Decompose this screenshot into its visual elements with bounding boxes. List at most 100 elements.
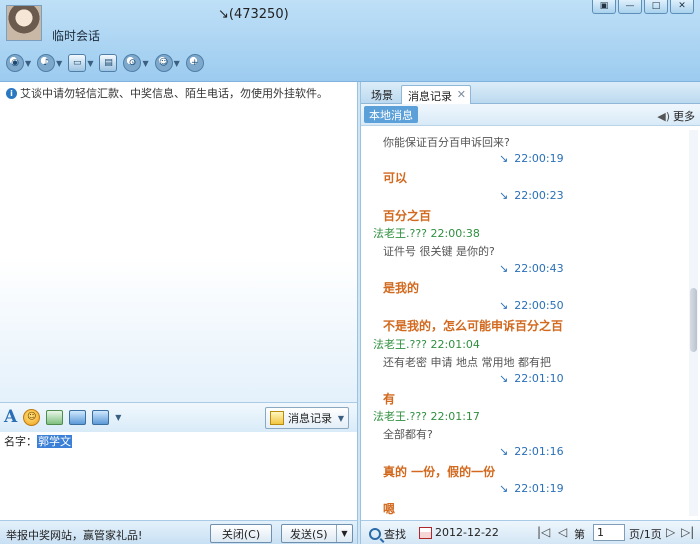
arrow-icon: ↘ (499, 482, 509, 495)
emoji-icon[interactable]: ☺ (23, 408, 41, 426)
tab-local-messages[interactable]: 本地消息 (364, 106, 418, 123)
prev-page-icon[interactable]: ◁ (558, 525, 567, 539)
list-item: 你能保证百分百申诉回来? (383, 136, 510, 149)
chat-display[interactable]: i 艾谈中请勿轻信汇款、中奖信息、陌生电话，勿使用外挂软件。 (0, 82, 358, 402)
tab-scene[interactable]: 场景 (365, 85, 399, 104)
video-icon: ◉ (6, 54, 24, 72)
close-window-button[interactable]: ✕ (670, 0, 694, 14)
list-item: ↘ 22:00:50 (499, 299, 564, 312)
minimize-button[interactable]: — (618, 0, 642, 14)
chevron-down-icon: ▼ (337, 413, 344, 423)
first-page-icon[interactable]: |◁ (537, 525, 550, 539)
list-item: ↘ 22:00:19 (499, 152, 564, 165)
info-icon: i (6, 87, 17, 99)
list-item: ↘ 22:01:19 (499, 482, 564, 495)
contact-name: 临时会话 (52, 29, 101, 43)
send-label: 发送(S) (290, 527, 328, 541)
screen-capture-icon[interactable] (92, 409, 110, 425)
message-time: 22:01:16 (514, 445, 564, 458)
selected-text: 郭学文 (37, 435, 72, 448)
app-button[interactable]: ▤ (99, 52, 118, 74)
calendar-icon (419, 526, 432, 539)
send-button[interactable]: 发送(S) ▼ (281, 524, 353, 543)
list-item: 全部都有? (383, 428, 433, 441)
message-time: 22:00:19 (514, 152, 564, 165)
arrow-icon: ↘ (499, 189, 509, 202)
add-contact-icon: + (185, 54, 204, 72)
message-time: 22:00:50 (514, 299, 564, 312)
name-prefix: 名字： (4, 435, 37, 448)
find-label: 查找 (384, 528, 406, 541)
message-time: 22:00:43 (514, 262, 564, 275)
message-time: 22:00:23 (514, 189, 564, 202)
maximize-button[interactable]: □ (644, 0, 668, 14)
chevron-down-icon[interactable]: ▼ (142, 59, 148, 68)
file-transfer-icon: ▭ (68, 54, 87, 72)
date-picker[interactable]: 2012-12-22 (419, 526, 499, 539)
page-prefix: 第 (574, 528, 585, 541)
screenshot-icon[interactable] (46, 409, 64, 425)
list-item: 还有老密 申请 地点 常用地 都有把 (383, 356, 551, 369)
search-icon (369, 528, 381, 540)
file-transfer-button[interactable]: ▭ ▼ (68, 52, 93, 74)
message-history[interactable]: 你能保证百分百申诉回来? ↘ 22:00:19 可以 ↘ 22:00:23 百分之百… (361, 126, 687, 518)
chevron-down-icon[interactable]: ▼ (87, 59, 93, 68)
list-item: ↘ 22:01:10 (499, 372, 564, 385)
list-item: 证件号 很关键 是你的? (383, 245, 495, 258)
list-item: 真的 一份，假的一份 (383, 465, 496, 479)
chevron-down-icon[interactable]: ▼ (174, 59, 180, 68)
last-page-icon[interactable]: ▷| (681, 525, 694, 539)
font-icon[interactable]: A (4, 407, 17, 427)
security-notice: i 艾谈中请勿轻信汇款、中奖信息、陌生电话，勿使用外挂软件。 (6, 85, 328, 101)
find-button[interactable]: 查找 (369, 526, 406, 542)
notice-text: 艾谈中请勿轻信汇款、中奖信息、陌生电话，勿使用外挂软件。 (20, 87, 328, 100)
close-button[interactable]: 关闭(C) (210, 524, 272, 543)
message-time: 22:01:10 (514, 372, 564, 385)
page-number-input[interactable]: 1 (593, 524, 625, 541)
video-button[interactable]: ◉ ▼ (6, 52, 31, 74)
arrow-icon: ↘ (499, 372, 509, 385)
history-scrollbar[interactable] (689, 130, 698, 516)
window-controls: ▣ — □ ✕ (592, 0, 694, 14)
image-icon[interactable] (69, 409, 87, 425)
date-value: 2012-12-22 (435, 526, 499, 539)
title-bar: ↘(473250) 临时会话 ▣ — □ ✕ ◉ ▼ ♪ ▼ ▭ ▼ ▤ ⊙ ▼ ☺ ▼ … (0, 0, 700, 82)
scrollbar-thumb[interactable] (690, 288, 697, 352)
list-item: 法老王.??? 22:00:38 (373, 227, 480, 240)
history-pager: 查找 2012-12-22 |◁ ◁ 第 1 页/1页 ▷ ▷| (361, 520, 700, 544)
message-time: 22:01:19 (514, 482, 564, 495)
app-icon: ▤ (99, 54, 118, 72)
history-subtabs: 本地消息 ◀) 更多 (361, 104, 700, 126)
arrow-icon: ↘ (499, 445, 509, 458)
chevron-down-icon[interactable]: ▼ (56, 59, 62, 68)
message-input[interactable]: 名字：郭学文 (0, 432, 358, 520)
share-button[interactable]: ⊙ ▼ (123, 52, 149, 74)
speaker-icon: ◀) (657, 109, 670, 123)
list-item: ↘ 22:00:23 (499, 189, 564, 202)
message-log-button[interactable]: 消息记录 ▼ (265, 407, 349, 429)
contact-button[interactable]: ☺ ▼ (154, 52, 180, 74)
history-panel: 场景 消息记录 ✕ 本地消息 ◀) 更多 你能保证百分百申诉回来? ↘ 22:00… (360, 82, 700, 544)
send-options-dropdown[interactable]: ▼ (336, 525, 352, 542)
arrow-icon: ↘ (499, 152, 509, 165)
close-icon[interactable]: ✕ (457, 88, 466, 101)
promo-link[interactable]: 举报中奖网站，赢管家礼品! (6, 527, 142, 543)
chevron-down-icon[interactable]: ▼ (115, 413, 121, 422)
next-page-icon[interactable]: ▷ (666, 525, 675, 539)
contact-icon: ☺ (154, 54, 173, 72)
voice-button[interactable]: ♪ ▼ (37, 52, 62, 74)
more-label: 更多 (673, 110, 695, 123)
list-item: 法老王.??? 22:01:17 (373, 410, 480, 423)
tab-message-log[interactable]: 消息记录 ✕ (401, 85, 471, 104)
window-title: ↘(473250) (218, 7, 289, 22)
chat-toolbar: ◉ ▼ ♪ ▼ ▭ ▼ ▤ ⊙ ▼ ☺ ▼ + (6, 52, 204, 74)
more-button[interactable]: ◀) 更多 (657, 108, 695, 124)
avatar[interactable] (6, 5, 42, 41)
arrow-icon: ↘ (499, 299, 509, 312)
input-text: 名字：郭学文 (4, 433, 72, 449)
chevron-down-icon[interactable]: ▼ (25, 59, 31, 68)
share-icon: ⊙ (123, 54, 142, 72)
add-contact-button[interactable]: + (185, 52, 204, 74)
message-log-label: 消息记录 (288, 412, 332, 425)
skin-button[interactable]: ▣ (592, 0, 616, 14)
